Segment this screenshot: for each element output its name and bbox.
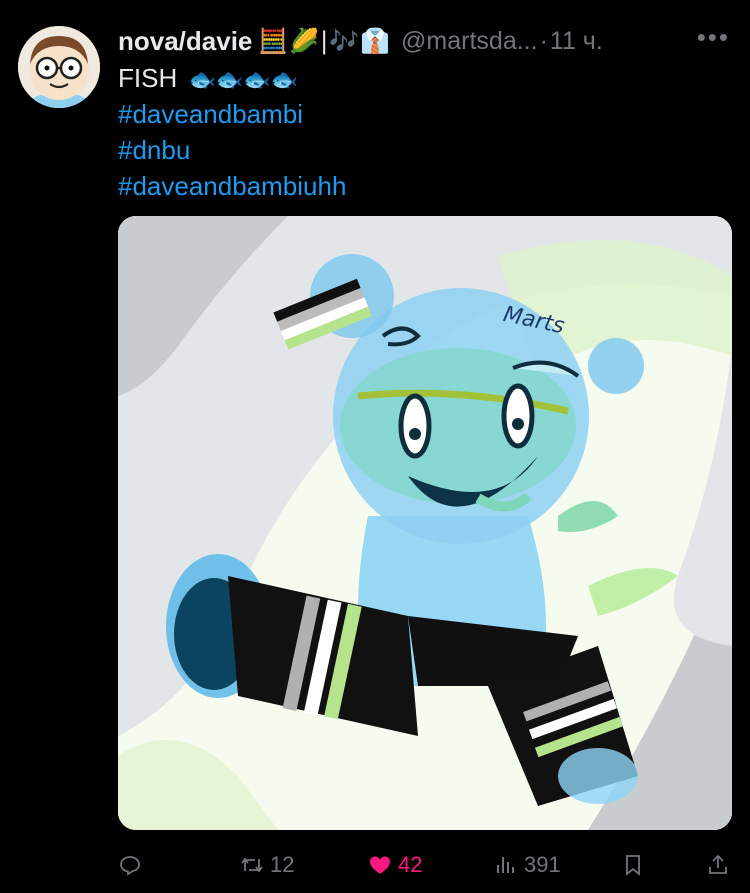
separator-dot: · xyxy=(539,26,548,55)
fish-emoji: 🐟🐟🐟🐟 xyxy=(188,68,299,93)
more-options-icon[interactable]: ••• xyxy=(697,22,730,53)
retweet-button[interactable]: 12 xyxy=(240,852,294,878)
bookmark-icon xyxy=(626,855,640,876)
heart-icon xyxy=(370,856,390,874)
hashtag-link[interactable]: #daveandbambiuhh xyxy=(118,168,346,204)
retweet-icon xyxy=(241,857,263,873)
tweet-text: FISH 🐟🐟🐟🐟 #daveandbambi #dnbu #daveandba… xyxy=(118,60,346,204)
avatar-image xyxy=(18,26,100,108)
display-name[interactable]: nova/davie xyxy=(118,26,252,57)
share-button[interactable] xyxy=(706,853,730,877)
bookmark-button[interactable] xyxy=(621,853,645,877)
reply-button[interactable] xyxy=(118,853,142,877)
media-artwork: Marts xyxy=(118,216,732,830)
like-button[interactable]: 42 xyxy=(368,852,422,878)
user-handle[interactable]: @martsda... xyxy=(401,27,538,56)
tweet-actions: 12 42 391 xyxy=(118,845,732,885)
timestamp[interactable]: 11 ч. xyxy=(550,27,603,56)
hashtag-link[interactable]: #daveandbambi xyxy=(118,96,346,132)
views-count: 391 xyxy=(524,852,561,877)
views-icon xyxy=(497,857,514,873)
views-button[interactable]: 391 xyxy=(494,852,561,878)
tweet-media[interactable]: Marts xyxy=(118,216,732,830)
share-icon xyxy=(709,854,727,874)
tweet-text-line: FISH 🐟🐟🐟🐟 xyxy=(118,60,346,96)
tweet-header: nova/davie 🧮🌽|🎶👔 @martsda... · 11 ч. ••• xyxy=(118,22,730,60)
hashtag-link[interactable]: #dnbu xyxy=(118,132,346,168)
tweet-body: FISH xyxy=(118,63,178,93)
name-emoji: 🧮🌽|🎶👔 xyxy=(258,27,392,55)
like-count: 42 xyxy=(398,852,423,877)
reply-icon xyxy=(120,856,140,876)
retweet-count: 12 xyxy=(270,852,295,877)
avatar[interactable] xyxy=(18,26,100,108)
